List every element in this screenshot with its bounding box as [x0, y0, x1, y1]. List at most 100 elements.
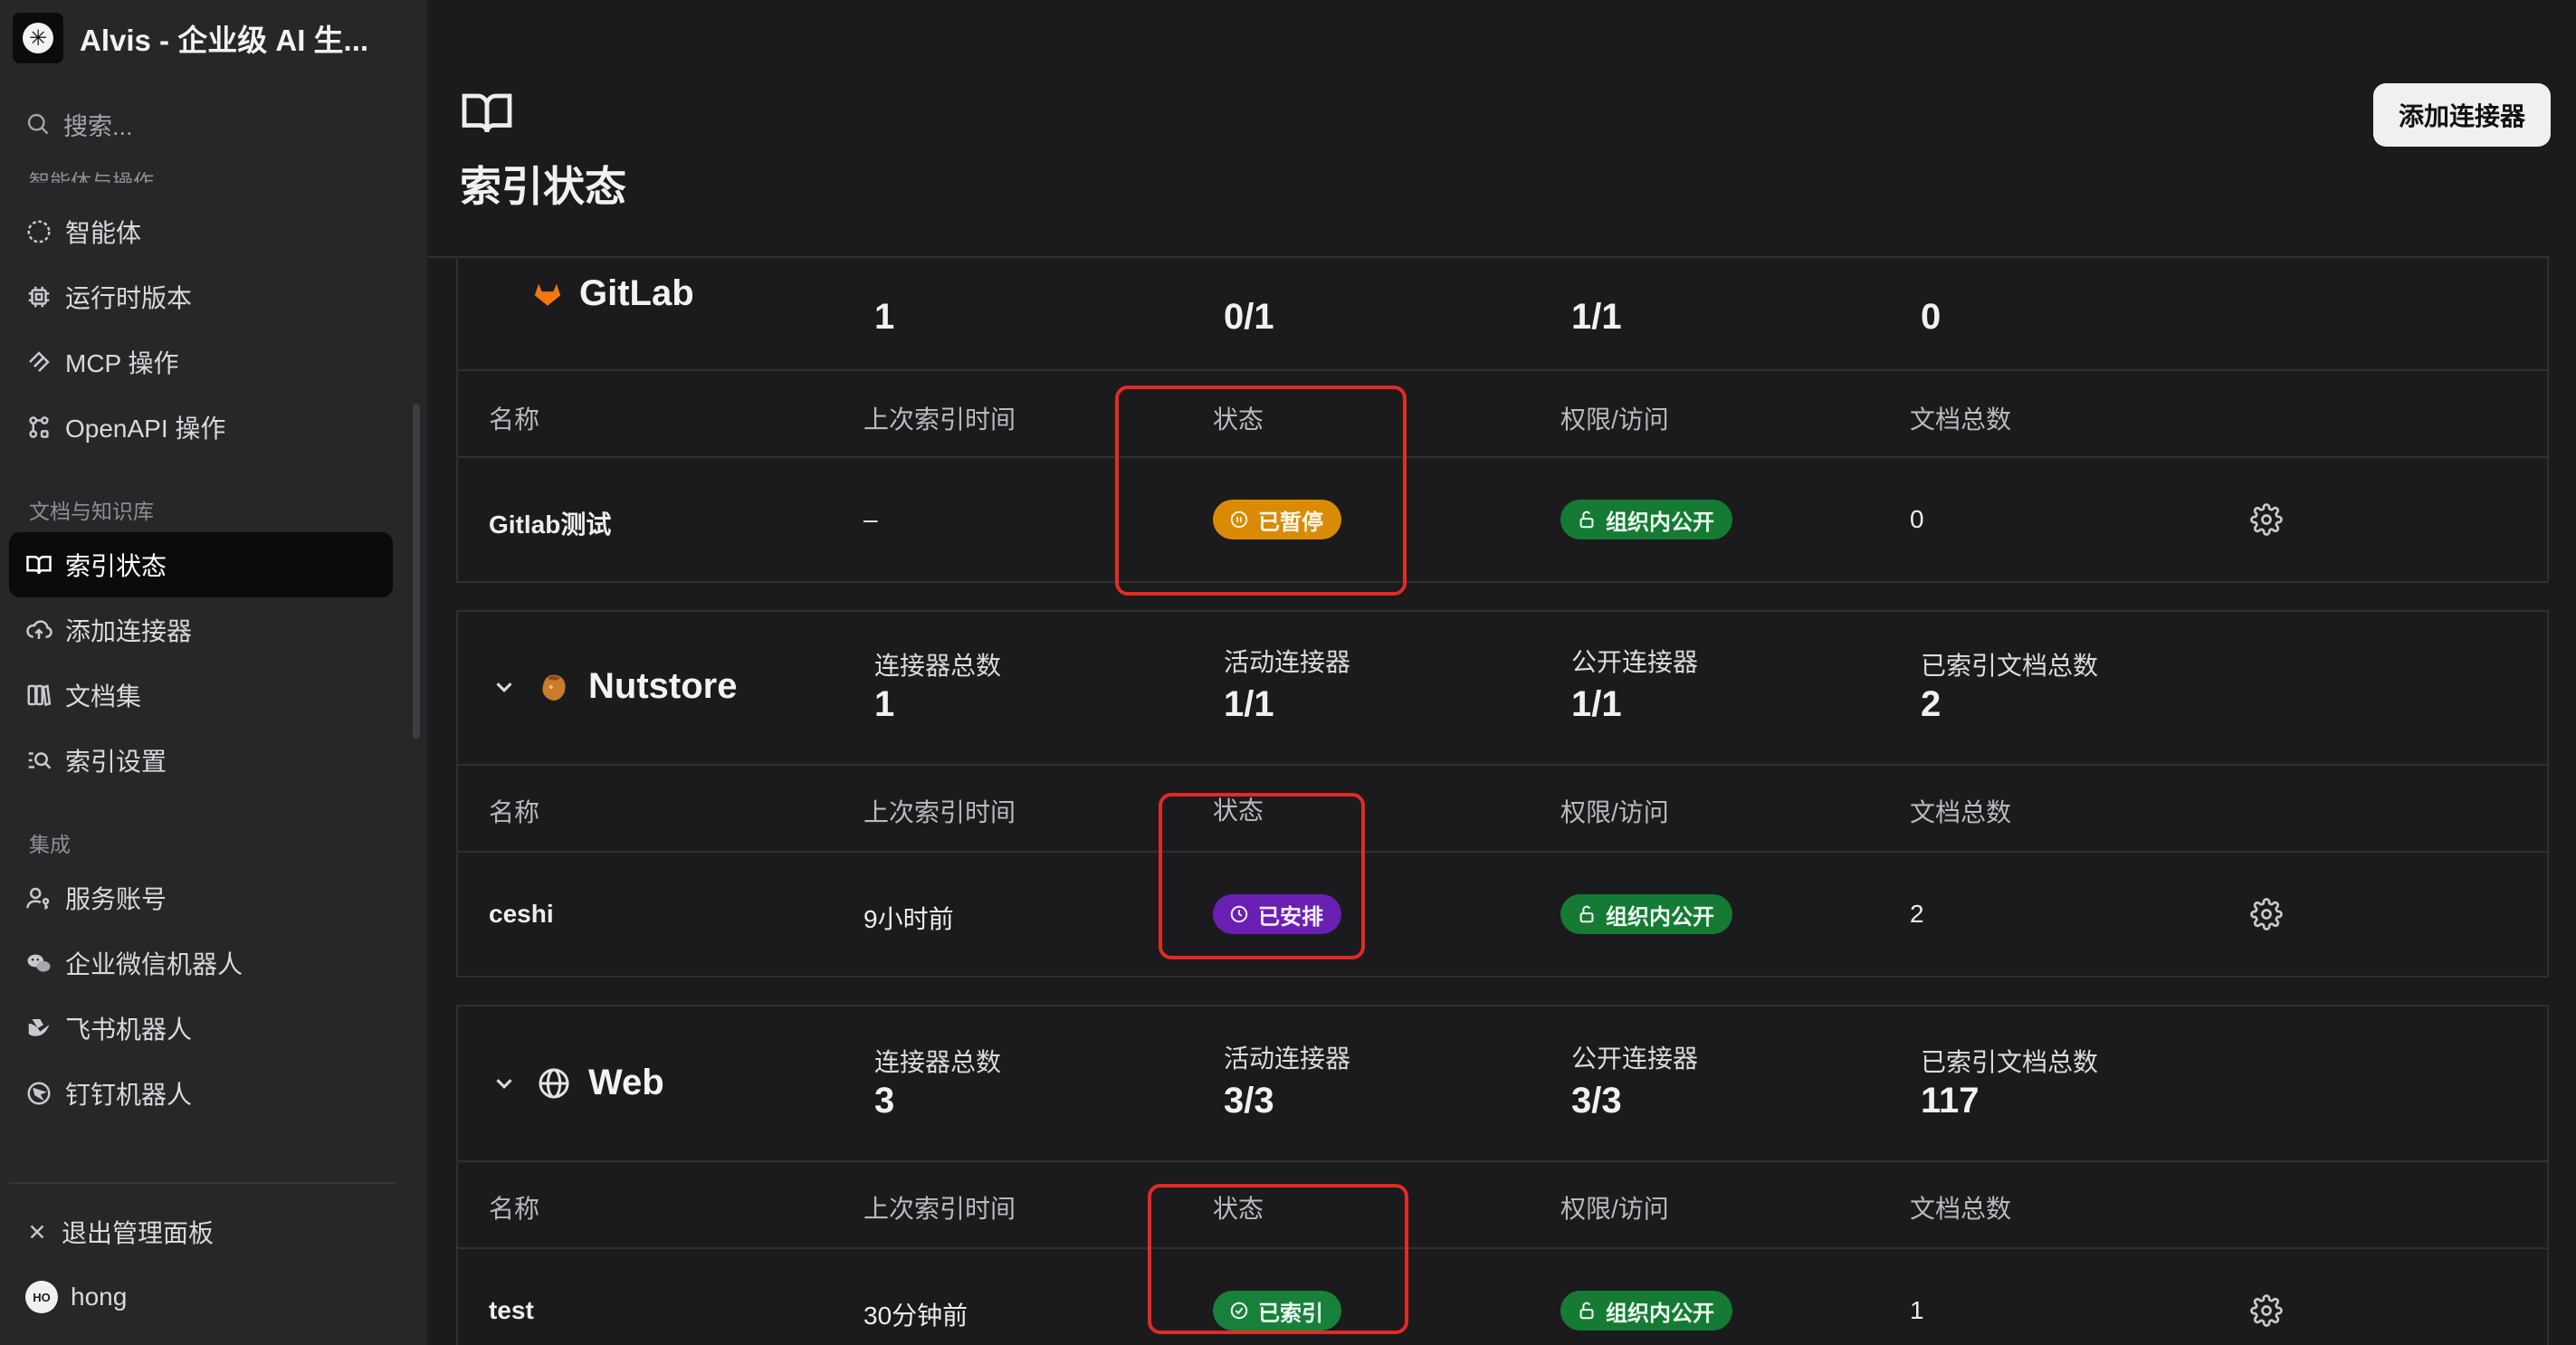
exit-admin-panel[interactable]: 退出管理面板: [9, 1200, 393, 1264]
sidebar-item-dingtalk-bot[interactable]: 钉钉机器人: [9, 1061, 393, 1126]
col-head-name: 名称: [489, 1195, 540, 1223]
exit-label: 退出管理面板: [62, 1219, 215, 1247]
summary-public-label: 公开连接器: [1571, 1045, 1699, 1073]
summary-total-value: 3: [874, 1081, 895, 1121]
sidebar-item-mcp[interactable]: MCP 操作: [9, 329, 393, 395]
sidebar-item-openapi[interactable]: OpenAPI 操作: [9, 395, 393, 460]
sidebar-item-wecom-bot[interactable]: 企业微信机器人: [9, 930, 393, 996]
nutstore-icon: [542, 674, 566, 701]
page-header: 索引状态 添加连接器: [427, 0, 2576, 258]
page-title: 索引状态: [460, 163, 626, 210]
sidebar-scrollbar[interactable]: [413, 404, 420, 739]
col-head-status: 状态: [1213, 797, 1264, 825]
group-title[interactable]: Web: [491, 1063, 664, 1103]
access-badge-public: 组织内公开: [1560, 894, 1732, 934]
book-icon: [462, 93, 512, 133]
sidebar-item-index-status[interactable]: 索引状态: [9, 532, 393, 597]
clock-icon: [1230, 905, 1248, 923]
book-icon: [26, 556, 52, 575]
connector-group-nutstore: Nutstore 连接器总数 1 活动连接器 1/1 公开连接器 1/1 已索引…: [456, 610, 2549, 978]
add-connector-button[interactable]: 添加连接器: [2373, 83, 2551, 147]
summary-indexed-docs-label: 已索引文档总数: [1921, 1048, 2099, 1076]
unlock-icon: [1579, 510, 1594, 529]
sidebar-item-label: 智能体: [65, 219, 142, 247]
col-head-access: 权限/访问: [1560, 405, 1669, 434]
connector-name-link[interactable]: ceshi: [489, 900, 554, 929]
sidebar-item-label: 索引状态: [65, 552, 167, 580]
section-label-knowledge: 文档与知识库: [29, 500, 154, 523]
group-title[interactable]: Nutstore: [491, 666, 737, 707]
col-head-doc-count: 文档总数: [1910, 1195, 2012, 1223]
user-menu[interactable]: HO hong: [9, 1265, 393, 1329]
access-text: 组织内公开: [1606, 904, 1714, 930]
user-key-icon: [26, 887, 50, 910]
sidebar-search[interactable]: 搜索...: [25, 107, 133, 141]
divider: [458, 851, 2547, 853]
wechat-icon: [27, 954, 51, 972]
search-placeholder: 搜索...: [63, 112, 133, 140]
access-badge-public: 组织内公开: [1560, 500, 1732, 539]
access-text: 组织内公开: [1606, 510, 1714, 535]
search-icon: [27, 113, 49, 135]
openapi-icon: [29, 416, 49, 438]
divider: [458, 1247, 2547, 1249]
sidebar-item-document-sets[interactable]: 文档集: [9, 663, 393, 728]
status-badge-scheduled: 已安排: [1213, 894, 1341, 934]
avatar: HO: [25, 1281, 58, 1313]
gitlab-icon: [534, 283, 561, 306]
summary-indexed-docs-value: 2: [1921, 684, 1942, 724]
divider: [458, 369, 2547, 371]
connector-name-link[interactable]: Gitlab测试: [489, 505, 611, 541]
app-logo: ✳: [13, 13, 63, 63]
sidebar-item-label: 服务账号: [65, 885, 167, 913]
sidebar-item-index-settings[interactable]: 索引设置: [9, 728, 393, 793]
sidebar-item-feishu-bot[interactable]: 飞书机器人: [9, 996, 393, 1061]
app-header[interactable]: ✳ Alvis - 企业级 AI 生...: [13, 13, 368, 63]
summary-public-value: 1/1: [1571, 684, 1622, 724]
mcp-icon: [29, 351, 50, 372]
status-badge-indexed: 已索引: [1213, 1291, 1341, 1331]
group-name: GitLab: [579, 273, 694, 313]
sidebar-item-add-connector[interactable]: 添加连接器: [9, 597, 393, 663]
agent-icon: [27, 220, 51, 243]
gear-icon[interactable]: [2250, 898, 2283, 930]
summary-active-label: 活动连接器: [1224, 648, 1351, 676]
summary-active-label: 活动连接器: [1224, 1045, 1351, 1073]
sidebar-item-label: OpenAPI 操作: [65, 415, 226, 443]
summary-total-value: 1: [874, 684, 895, 724]
summary-indexed-docs-value: 0: [1921, 297, 1942, 337]
main-content: GitLab 1 0/1 1/1 0 名称 上次索引时间 状态 权限/访问 文档…: [427, 0, 2576, 1345]
chevron-down-icon: [496, 1078, 512, 1089]
sidebar-item-agents[interactable]: 智能体: [9, 199, 393, 264]
col-head-last-indexed: 上次索引时间: [863, 798, 1016, 826]
dingtalk-icon: [27, 1082, 51, 1105]
sidebar-item-label: 运行时版本: [65, 284, 193, 312]
gear-icon[interactable]: [2250, 503, 2283, 536]
sidebar-item-runtime[interactable]: 运行时版本: [9, 264, 393, 329]
unlock-icon: [1579, 1302, 1594, 1320]
col-head-status: 状态: [1213, 1195, 1264, 1223]
sidebar-item-label: 企业微信机器人: [65, 950, 243, 978]
col-head-access: 权限/访问: [1560, 798, 1669, 826]
col-head-access: 权限/访问: [1560, 1195, 1669, 1223]
app-title: Alvis - 企业级 AI 生...: [80, 24, 369, 57]
group-name: Web: [588, 1063, 664, 1102]
sidebar-item-label: 添加连接器: [65, 617, 193, 645]
feishu-icon: [28, 1019, 50, 1036]
document-set-icon: [27, 684, 52, 707]
sidebar-item-label: 文档集: [65, 682, 142, 711]
connector-group-gitlab: GitLab 1 0/1 1/1 0 名称 上次索引时间 状态 权限/访问 文档…: [456, 217, 2549, 583]
connector-name-link[interactable]: test: [489, 1296, 534, 1325]
search-settings-icon: [28, 752, 52, 769]
doc-count: 2: [1910, 900, 1924, 928]
connector-group-web: Web 连接器总数 3 活动连接器 3/3 公开连接器 3/3 已索引文档总数 …: [456, 1005, 2549, 1345]
doc-count: 1: [1910, 1296, 1924, 1324]
gear-icon[interactable]: [2250, 1294, 2283, 1327]
group-title[interactable]: GitLab: [532, 273, 694, 314]
col-head-doc-count: 文档总数: [1910, 798, 2012, 826]
summary-total-label: 连接器总数: [874, 1048, 1002, 1076]
divider: [458, 1160, 2547, 1162]
sidebar-item-service-accounts[interactable]: 服务账号: [9, 865, 393, 930]
col-head-name: 名称: [489, 405, 540, 434]
status-badge-paused: 已暂停: [1213, 500, 1341, 539]
